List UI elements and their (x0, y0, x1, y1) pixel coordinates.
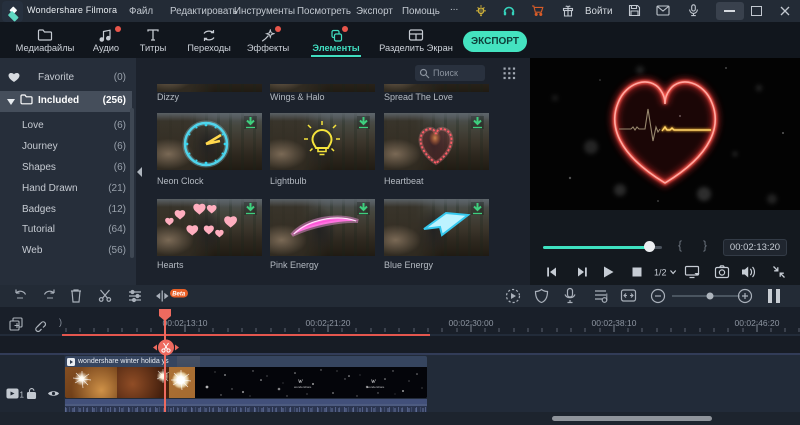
svg-text:wondershare: wondershare (294, 385, 312, 389)
svg-text:w: w (371, 377, 376, 385)
svg-text:w: w (298, 377, 303, 385)
svg-text:wondershare: wondershare (367, 385, 385, 389)
svg-text:1/2: 1/2 (654, 268, 667, 278)
svg-text:Beta: Beta (172, 292, 186, 298)
svg-text:1: 1 (20, 391, 25, 400)
